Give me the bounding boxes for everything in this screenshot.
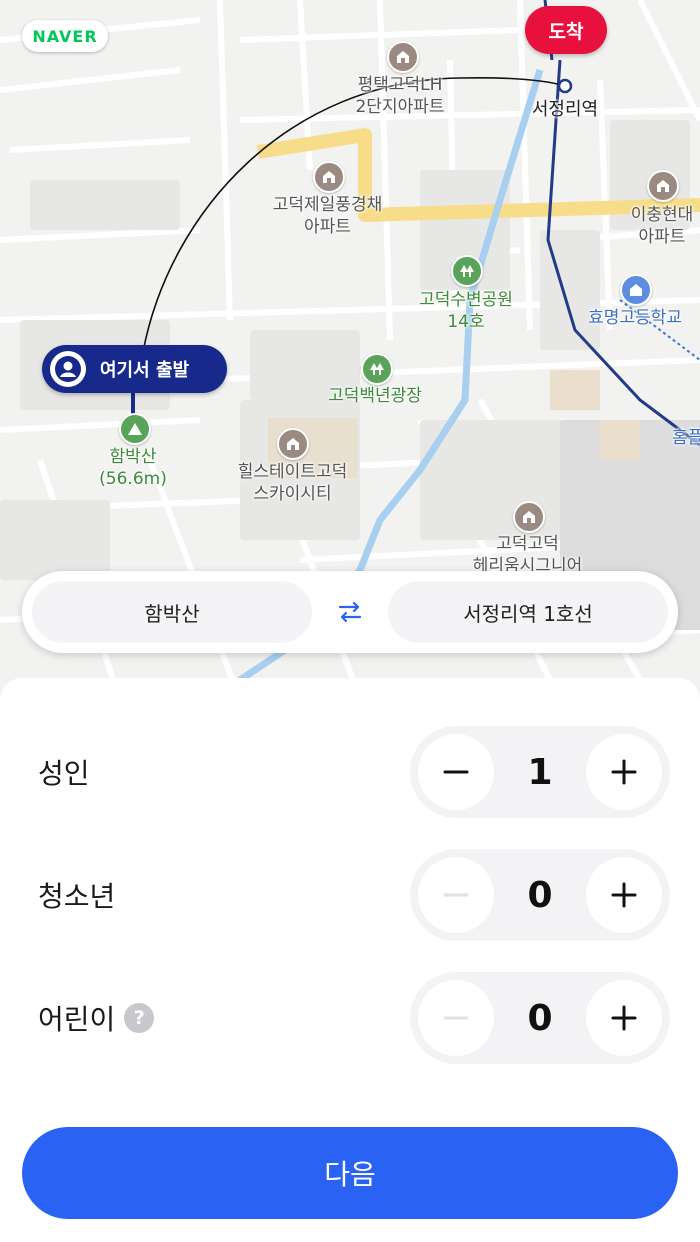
user-icon bbox=[50, 351, 86, 387]
adult-count: 1 bbox=[527, 751, 553, 793]
youth-stepper: 0 bbox=[410, 849, 670, 941]
child-count: 0 bbox=[527, 997, 553, 1039]
apartment-icon bbox=[277, 428, 309, 460]
school-icon bbox=[620, 274, 652, 306]
child-stepper: 0 bbox=[410, 972, 670, 1064]
departure-label: 여기서 출발 bbox=[100, 360, 190, 381]
passenger-label: 어린이? bbox=[38, 970, 155, 1066]
arrival-marker[interactable]: 도착 bbox=[525, 6, 607, 54]
minus-icon bbox=[443, 893, 469, 897]
minus-icon bbox=[443, 1016, 469, 1020]
apartment-icon bbox=[387, 41, 419, 73]
map-label-waterside-park: 고덕수변공원 14호 bbox=[419, 290, 513, 332]
adult-minus-button[interactable] bbox=[418, 734, 494, 810]
plus-icon bbox=[611, 882, 637, 908]
park-icon bbox=[451, 255, 483, 287]
destination-field[interactable]: 서정리역 1호선 bbox=[388, 581, 668, 643]
minus-icon bbox=[443, 770, 469, 774]
map-label-hillstate: 힐스테이트고덕 스카이시티 bbox=[237, 462, 348, 504]
map-label-lh-apartment: 평택고덕LH 2단지아파트 bbox=[355, 75, 445, 117]
apartment-icon bbox=[313, 161, 345, 193]
map-label-centennial-square: 고덕백년광장 bbox=[328, 386, 422, 406]
origin-field[interactable]: 함박산 bbox=[32, 581, 312, 643]
naver-logo: NAVER bbox=[22, 20, 108, 52]
youth-minus-button[interactable] bbox=[418, 857, 494, 933]
adult-stepper: 1 bbox=[410, 726, 670, 818]
child-minus-button[interactable] bbox=[418, 980, 494, 1056]
plus-icon bbox=[611, 1005, 637, 1031]
passenger-row-adult: 성인 1 bbox=[0, 724, 700, 820]
mountain-icon bbox=[119, 413, 151, 445]
plus-icon bbox=[611, 759, 637, 785]
passenger-label: 성인 bbox=[38, 757, 90, 790]
youth-plus-button[interactable] bbox=[586, 857, 662, 933]
map-label-station: 서정리역 bbox=[531, 99, 599, 120]
apartment-icon bbox=[513, 501, 545, 533]
departure-marker[interactable]: 여기서 출발 bbox=[42, 345, 227, 393]
passenger-row-youth: 청소년 0 bbox=[0, 847, 700, 943]
park-icon bbox=[361, 353, 393, 385]
map-label-school: 효명고등학교 bbox=[588, 308, 682, 328]
map-label-homeplus: 홈플 bbox=[672, 428, 700, 448]
map-label-hyundai-apartment: 이충현대 아파트 bbox=[630, 205, 694, 247]
swap-button[interactable] bbox=[330, 593, 370, 631]
apartment-icon bbox=[647, 170, 679, 202]
help-icon[interactable]: ? bbox=[124, 1003, 155, 1033]
passenger-row-child: 어린이? 0 bbox=[0, 970, 700, 1066]
route-bar: 함박산 서정리역 1호선 bbox=[22, 571, 678, 653]
child-plus-button[interactable] bbox=[586, 980, 662, 1056]
map-label-jeil-apartment: 고덕제일풍경채 아파트 bbox=[272, 195, 383, 237]
next-button[interactable]: 다음 bbox=[22, 1127, 678, 1219]
map-label-hambaksan: 함박산 (56.6m) bbox=[99, 447, 167, 489]
passenger-label: 청소년 bbox=[38, 880, 116, 913]
youth-count: 0 bbox=[527, 874, 553, 916]
adult-plus-button[interactable] bbox=[586, 734, 662, 810]
swap-arrows-icon bbox=[338, 601, 362, 623]
